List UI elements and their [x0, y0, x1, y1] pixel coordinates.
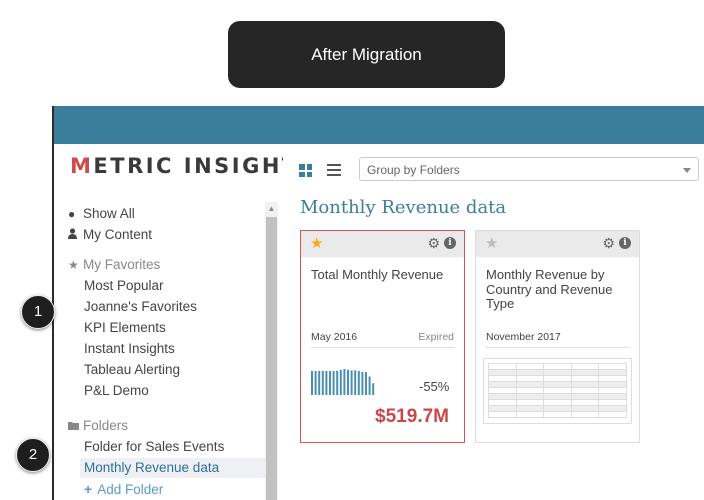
- sidebar-item-instant-insights[interactable]: Instant Insights: [84, 341, 175, 356]
- sparkline-bar: [357, 370, 360, 395]
- info-icon[interactable]: i: [444, 237, 456, 249]
- tile-date: November 2017: [486, 331, 561, 343]
- tile-divider: [486, 347, 629, 348]
- sidebar-header-label: My Favorites: [83, 257, 161, 272]
- sidebar-item-pl-demo[interactable]: P&L Demo: [84, 383, 149, 398]
- tile-title: Monthly Revenue by Country and Revenue T…: [486, 267, 613, 311]
- chevron-down-icon: [683, 168, 691, 173]
- scrollbar-thumb[interactable]: [266, 217, 277, 500]
- sidebar-item-label: My Content: [83, 227, 153, 242]
- sidebar-item-kpi-elements[interactable]: KPI Elements: [84, 320, 166, 335]
- element-tile[interactable]: ★ ⚙ i Monthly Revenue by Country and Rev…: [475, 230, 640, 443]
- sparkline-bar: [321, 370, 324, 395]
- sparkline-bar: [365, 372, 367, 395]
- sidebar-header-folders[interactable]: Folders: [68, 418, 128, 433]
- sidebar-header-label: Folders: [83, 418, 129, 433]
- sparkline-bar: [368, 376, 371, 395]
- thumbnail-table: [488, 363, 627, 418]
- sparkline-bar: [318, 370, 321, 395]
- after-migration-banner: After Migration: [228, 21, 505, 88]
- sidebar-item-folder-sales-events[interactable]: Folder for Sales Events: [84, 439, 224, 454]
- tile-value: $519.7M: [375, 406, 449, 427]
- sidebar-item-tableau-alerting[interactable]: Tableau Alerting: [84, 362, 180, 377]
- gear-icon[interactable]: ⚙: [427, 235, 440, 252]
- user-icon: [68, 228, 82, 242]
- info-icon[interactable]: i: [619, 237, 631, 249]
- plus-icon: +: [84, 481, 93, 497]
- list-view-icon[interactable]: [327, 164, 341, 176]
- sidebar-item-monthly-revenue-data[interactable]: Monthly Revenue data: [80, 458, 269, 478]
- page-title: Monthly Revenue data: [300, 197, 507, 218]
- add-folder-link[interactable]: + Add Folder: [84, 481, 163, 497]
- banner-label: After Migration: [311, 44, 422, 64]
- step-badge-1: 1: [21, 295, 55, 329]
- sidebar-item-most-popular[interactable]: Most Popular: [84, 278, 164, 293]
- sidebar: METRIC INSIGHTS ● Show All My Content ★ My…: [54, 144, 314, 500]
- sidebar-item-label: Show All: [83, 206, 135, 221]
- sparkline-bar: [329, 370, 331, 395]
- tile-header: ★ ⚙ i: [476, 231, 639, 257]
- sparkline-bar: [314, 370, 317, 395]
- sparkline-bar: [354, 370, 357, 395]
- favorite-star-icon[interactable]: ★: [310, 234, 323, 252]
- sparkline-bar: [372, 383, 375, 395]
- sparkline-bar: [336, 370, 339, 395]
- table-thumbnail: [483, 358, 632, 424]
- sidebar-item-joannes-favorites[interactable]: Joanne's Favorites: [84, 299, 197, 314]
- tile-divider: [311, 347, 454, 348]
- group-by-select[interactable]: Group by Folders: [359, 157, 699, 181]
- sparkline-bar: [343, 368, 346, 395]
- sparkline-bar: [347, 369, 349, 395]
- sparkline-bar: [311, 370, 313, 395]
- circle-icon: ●: [68, 207, 76, 221]
- top-bar: [54, 106, 704, 144]
- sparkline-bar: [361, 372, 364, 395]
- star-icon: ★: [68, 258, 79, 272]
- add-folder-label: Add Folder: [97, 482, 164, 497]
- step-number: 2: [28, 446, 38, 463]
- step-number: 1: [33, 303, 43, 320]
- tile-header: ★ ⚙ i: [301, 231, 464, 257]
- sparkline-bar: [350, 370, 353, 395]
- sidebar-header-my-favorites[interactable]: ★ My Favorites: [68, 257, 160, 272]
- metric-insights-logo[interactable]: METRIC INSIGHTS: [70, 154, 316, 178]
- sidebar-scrollbar[interactable]: ▲: [265, 202, 278, 500]
- sidebar-item-my-content[interactable]: My Content: [68, 227, 152, 242]
- tile-status: Expired: [418, 331, 454, 343]
- sidebar-item-show-all[interactable]: ● Show All: [68, 206, 135, 221]
- step-badge-2: 2: [16, 438, 50, 472]
- group-by-value: Group by Folders: [367, 163, 460, 177]
- tile-date: May 2016: [311, 331, 358, 343]
- favorite-star-icon[interactable]: ★: [485, 234, 498, 252]
- folder-icon: [68, 419, 82, 433]
- logo-letter: M: [70, 154, 94, 178]
- scroll-up-arrow-icon[interactable]: ▲: [265, 202, 278, 216]
- main-content: Group by Folders Monthly Revenue data ★ …: [283, 144, 704, 500]
- tile-change: -55%: [419, 379, 450, 394]
- tile-title: Total Monthly Revenue: [311, 267, 444, 282]
- sparkline-chart: [311, 368, 375, 395]
- app-window: METRIC INSIGHTS ● Show All My Content ★ My…: [52, 106, 704, 500]
- gear-icon[interactable]: ⚙: [602, 235, 615, 252]
- sparkline-bar: [325, 370, 328, 395]
- sparkline-bar: [339, 369, 342, 395]
- sparkline-bar: [332, 370, 335, 395]
- grid-view-icon[interactable]: [299, 164, 312, 177]
- element-tile[interactable]: ★ ⚙ i Total Monthly Revenue May 2016 Exp…: [300, 230, 465, 443]
